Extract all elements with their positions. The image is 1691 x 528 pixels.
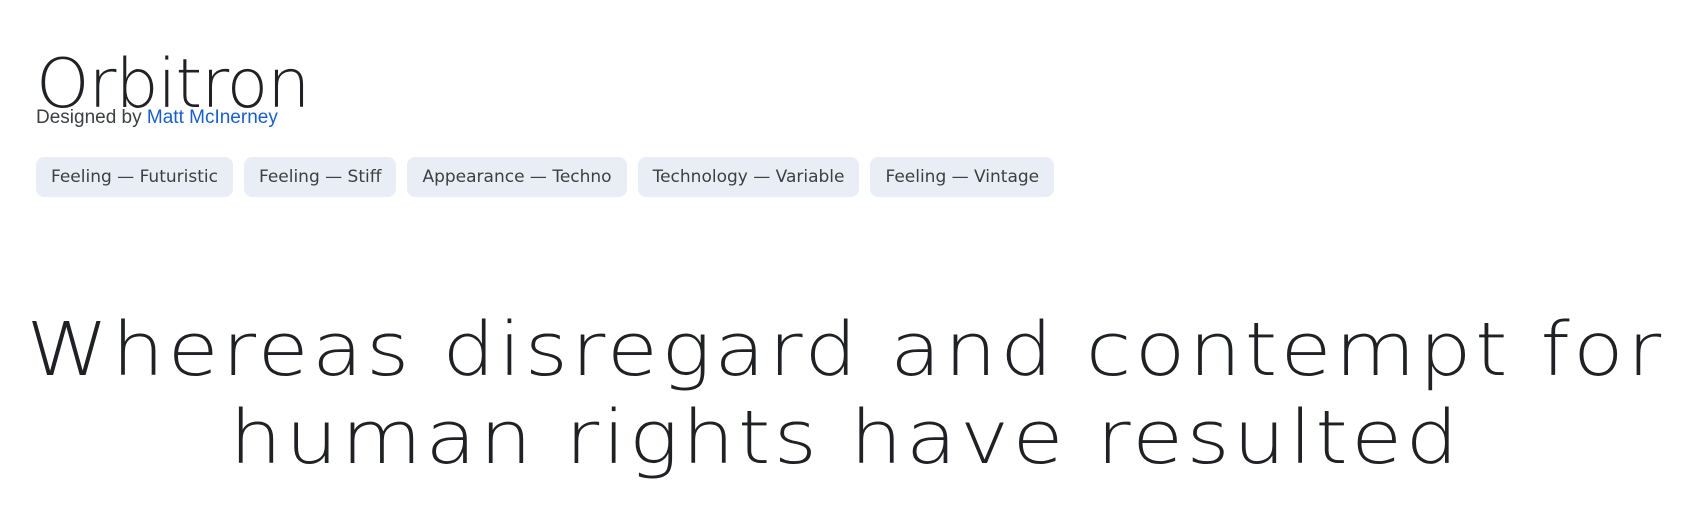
sample-line-2: human rights have resulted (229, 395, 1462, 481)
tag-technology-variable[interactable]: Technology — Variable (637, 157, 860, 197)
tag-appearance-techno[interactable]: Appearance — Techno (407, 157, 627, 197)
tag-feeling-vintage[interactable]: Feeling — Vintage (870, 157, 1055, 197)
designer-line: Designed by Matt McInerney (36, 107, 278, 129)
sample-line-1: Whereas disregard and contempt for (26, 307, 1665, 393)
tag-feeling-stiff[interactable]: Feeling — Stiff (243, 157, 397, 197)
tag-list: Feeling — Futuristic Feeling — Stiff App… (36, 157, 1055, 197)
designed-by-label: Designed by (36, 107, 142, 128)
sample-text: Whereas disregard and contempt for human… (0, 306, 1691, 482)
designer-link[interactable]: Matt McInerney (147, 107, 278, 128)
tag-feeling-futuristic[interactable]: Feeling — Futuristic (36, 157, 233, 197)
